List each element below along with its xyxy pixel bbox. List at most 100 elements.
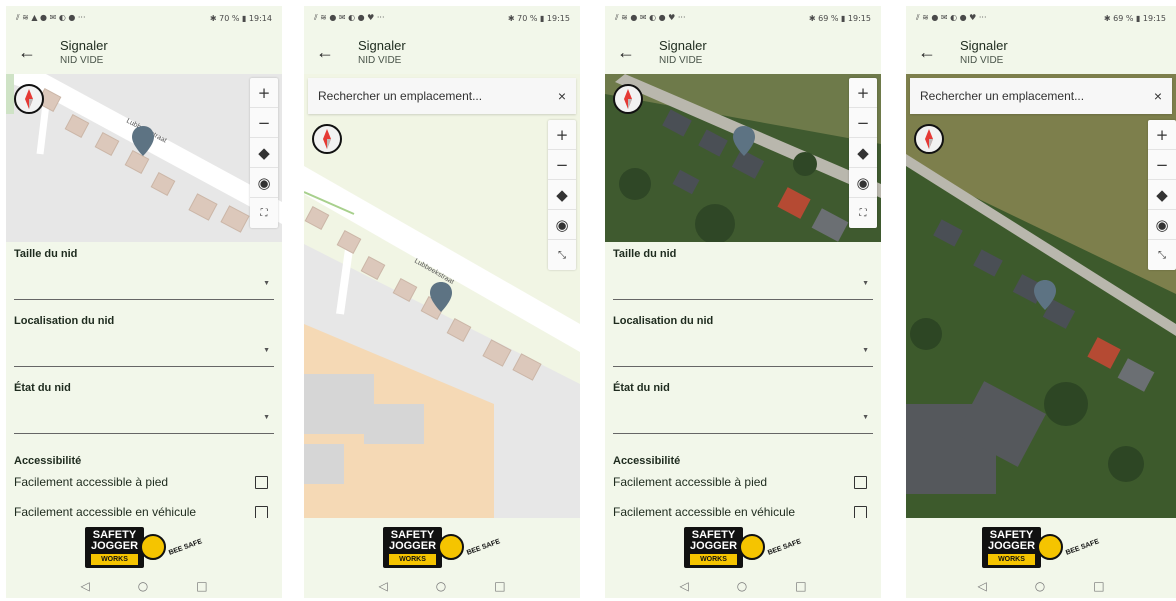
zoom-out-button[interactable]: − xyxy=(548,150,576,180)
dropdown-caret-icon: ▼ xyxy=(862,347,869,354)
my-location-icon[interactable]: ◉ xyxy=(849,168,877,198)
logo-line2: JOGGER xyxy=(90,539,139,552)
app-bar: ← Signaler NID VIDE xyxy=(906,30,1176,74)
search-bar[interactable]: Rechercher un emplacement... × xyxy=(308,78,576,114)
search-input[interactable]: Rechercher un emplacement... xyxy=(318,89,482,103)
accessibilite-heading: Accessibilité xyxy=(613,455,681,467)
zoom-in-button[interactable]: + xyxy=(250,78,278,108)
logo-line3: WORKS xyxy=(388,553,437,565)
nav-back-icon[interactable]: ◁ xyxy=(679,579,688,593)
back-arrow-icon[interactable]: ← xyxy=(617,42,645,63)
logo-line3: WORKS xyxy=(90,553,139,565)
nav-recent-icon[interactable]: □ xyxy=(196,579,207,593)
layers-icon[interactable]: ◆ xyxy=(849,138,877,168)
phone-screen-4: ⫽ ≋ ● ✉ ◐ ● ♥ ··· ✱ 69 % ▮ 19:15 ← Signa… xyxy=(906,6,1176,598)
zoom-out-button[interactable]: − xyxy=(1148,150,1176,180)
logo-line2: JOGGER xyxy=(689,539,738,552)
search-input[interactable]: Rechercher un emplacement... xyxy=(920,89,1084,103)
logo-line3: WORKS xyxy=(987,553,1036,565)
nav-back-icon[interactable]: ◁ xyxy=(80,579,89,593)
my-location-icon[interactable]: ◉ xyxy=(1148,210,1176,240)
status-icons: ⫽ ≋ ● ✉ ◐ ● ♥ ··· xyxy=(314,13,385,22)
page-subtitle: NID VIDE xyxy=(659,54,703,66)
system-nav-bar: ◁ ○ □ xyxy=(605,574,881,598)
pied-row[interactable]: Facilement accessible à pied xyxy=(613,467,873,497)
form: Taille du nid ▼ Localisation du nid ▼ Ét… xyxy=(6,242,282,527)
compass-icon[interactable] xyxy=(14,84,44,114)
nav-home-icon[interactable]: ○ xyxy=(436,579,446,593)
form: Taille du nid ▼ Localisation du nid ▼ Ét… xyxy=(605,242,881,527)
status-bar: ⫽ ≋ ● ✉ ◐ ● ♥ ··· ✱ 69 % ▮ 19:15 xyxy=(605,6,881,30)
back-arrow-icon[interactable]: ← xyxy=(918,42,946,63)
nav-back-icon[interactable]: ◁ xyxy=(378,579,387,593)
dropdown-caret-icon: ▼ xyxy=(263,280,270,287)
system-nav-bar: ◁ ○ □ xyxy=(304,574,580,598)
zoom-in-button[interactable]: + xyxy=(548,120,576,150)
vehicule-checkbox[interactable] xyxy=(255,505,268,519)
nav-recent-icon[interactable]: □ xyxy=(494,579,505,593)
compass-icon[interactable] xyxy=(914,124,944,154)
collapse-icon[interactable]: ⤡ xyxy=(1148,240,1176,270)
map-view[interactable]: Lubbeekstraat + − ◆ ◉ ⛶ xyxy=(6,74,282,242)
logo-line1: SAFETY xyxy=(989,528,1034,541)
location-pin-icon[interactable] xyxy=(733,126,755,156)
nav-home-icon[interactable]: ○ xyxy=(138,579,148,593)
location-pin-icon[interactable] xyxy=(132,126,154,156)
expand-icon[interactable]: ⛶ xyxy=(849,198,877,228)
collapse-icon[interactable]: ⤡ xyxy=(548,240,576,270)
map-view[interactable]: + − ◆ ◉ ⛶ xyxy=(605,74,881,242)
vehicule-checkbox[interactable] xyxy=(854,505,867,519)
pied-checkbox[interactable] xyxy=(255,475,268,489)
etat-label: État du nid xyxy=(14,382,71,394)
etat-dropdown[interactable]: État du nid ▼ xyxy=(613,376,873,443)
layers-icon[interactable]: ◆ xyxy=(1148,180,1176,210)
bee-icon xyxy=(1037,534,1064,560)
nav-recent-icon[interactable]: □ xyxy=(1093,579,1104,593)
back-arrow-icon[interactable]: ← xyxy=(316,42,344,63)
layers-icon[interactable]: ◆ xyxy=(250,138,278,168)
back-arrow-icon[interactable]: ← xyxy=(18,42,46,63)
dropdown-caret-icon: ▼ xyxy=(263,347,270,354)
logo-line2: JOGGER xyxy=(987,539,1036,552)
taille-dropdown[interactable]: Taille du nid ▼ xyxy=(613,242,873,309)
compass-icon[interactable] xyxy=(613,84,643,114)
nav-home-icon[interactable]: ○ xyxy=(737,579,747,593)
localisation-dropdown[interactable]: Localisation du nid ▼ xyxy=(613,309,873,376)
location-pin-icon[interactable] xyxy=(1034,280,1056,310)
zoom-out-button[interactable]: − xyxy=(250,108,278,138)
logo-tag: BEE SAFE xyxy=(465,537,502,557)
page-title: Signaler xyxy=(358,37,406,53)
pied-label: Facilement accessible à pied xyxy=(14,475,169,489)
app-bar: ← Signaler NID VIDE xyxy=(605,30,881,74)
status-battery-time: ✱ 69 % ▮ 19:15 xyxy=(808,13,871,23)
compass-icon[interactable] xyxy=(312,124,342,154)
layers-icon[interactable]: ◆ xyxy=(548,180,576,210)
status-battery-time: ✱ 70 % ▮ 19:14 xyxy=(209,13,272,23)
search-bar[interactable]: Rechercher un emplacement... × xyxy=(910,78,1172,114)
page-title: Signaler xyxy=(960,37,1008,53)
etat-dropdown[interactable]: État du nid ▼ xyxy=(14,376,274,443)
close-icon[interactable]: × xyxy=(1154,88,1162,104)
taille-dropdown[interactable]: Taille du nid ▼ xyxy=(14,242,274,309)
sponsor-logo: SAFETY JOGGER WORKS BEE SAFE xyxy=(304,518,580,576)
nav-home-icon[interactable]: ○ xyxy=(1035,579,1045,593)
page-subtitle: NID VIDE xyxy=(60,54,104,66)
expand-icon[interactable]: ⛶ xyxy=(250,198,278,228)
pied-checkbox[interactable] xyxy=(854,475,867,489)
map-view[interactable]: Lubbeekstraat Rechercher un emplacement.… xyxy=(304,74,580,518)
location-pin-icon[interactable] xyxy=(430,282,452,312)
my-location-icon[interactable]: ◉ xyxy=(250,168,278,198)
close-icon[interactable]: × xyxy=(558,88,566,104)
zoom-in-button[interactable]: + xyxy=(849,78,877,108)
zoom-in-button[interactable]: + xyxy=(1148,120,1176,150)
field-underline xyxy=(613,433,873,434)
localisation-dropdown[interactable]: Localisation du nid ▼ xyxy=(14,309,274,376)
field-underline xyxy=(613,299,873,300)
nav-back-icon[interactable]: ◁ xyxy=(977,579,986,593)
pied-row[interactable]: Facilement accessible à pied xyxy=(14,467,274,497)
map-view[interactable]: Rechercher un emplacement... × + − ◆ ◉ ⤡ xyxy=(906,74,1176,518)
nav-recent-icon[interactable]: □ xyxy=(795,579,806,593)
my-location-icon[interactable]: ◉ xyxy=(548,210,576,240)
zoom-out-button[interactable]: − xyxy=(849,108,877,138)
dropdown-caret-icon: ▼ xyxy=(862,280,869,287)
